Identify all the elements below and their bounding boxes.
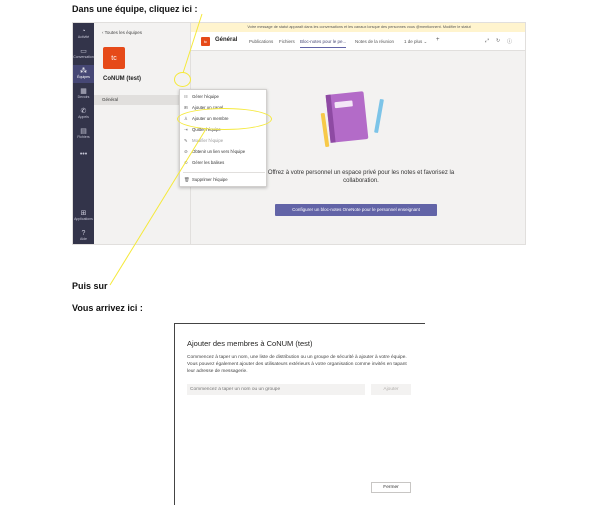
- team-name: CoNUM (test): [103, 76, 141, 82]
- files-icon: ▤: [80, 128, 87, 135]
- caption-step-3: Vous arrivez ici :: [72, 303, 143, 313]
- rail-item-help[interactable]: ? Aide: [73, 227, 94, 244]
- rail-item-files[interactable]: ▤ Fichiers: [73, 125, 94, 143]
- add-button[interactable]: Ajouter: [371, 384, 411, 395]
- refresh-icon[interactable]: ↻: [496, 38, 500, 44]
- empty-state-text: Offrez à votre personnel un espace privé…: [267, 170, 455, 184]
- tag-icon: ⊙: [184, 160, 188, 165]
- menu-item-manage-team[interactable]: ☷ Gérer l'équipe: [180, 94, 268, 103]
- rail-item-apps[interactable]: ⊞ Applications: [73, 207, 94, 225]
- dialog-title: Ajouter des membres à CoNUM (test): [187, 339, 313, 348]
- close-button[interactable]: Fermer: [371, 482, 411, 493]
- channel-team-icon: tc: [201, 37, 210, 46]
- chat-icon: ▭: [80, 48, 87, 55]
- team-panel: ‹ Toutes les équipes tc CoNUM (test) ···…: [94, 23, 208, 244]
- notebook-illustration: [325, 91, 369, 143]
- tab-publications[interactable]: Publications: [249, 39, 273, 44]
- ruler-illustration: [374, 98, 384, 134]
- caption-step-2: Puis sur: [72, 281, 108, 291]
- menu-item-edit-team[interactable]: ✎ Modifier l'équipe: [180, 138, 268, 147]
- teams-icon: ⁂: [80, 68, 87, 75]
- expand-icon[interactable]: ⤢: [485, 38, 489, 44]
- highlight-more-button: [174, 72, 191, 87]
- tab-more[interactable]: 1 de plus ⌄: [404, 39, 427, 45]
- rail-item-assignments[interactable]: ▦ Devoirs: [73, 85, 94, 103]
- add-tab-button[interactable]: +: [436, 37, 440, 43]
- tab-files[interactable]: Fichiers: [279, 39, 295, 44]
- menu-item-get-link[interactable]: ⊘ Obtenir un lien vers l'équipe: [180, 149, 268, 158]
- help-icon: ?: [81, 230, 86, 237]
- rail-item-activity[interactable]: ◔ Activité: [73, 25, 94, 43]
- configure-notebook-button[interactable]: Configurer un bloc-notes OneNote pour le…: [275, 204, 437, 216]
- phone-icon: ✆: [80, 108, 87, 115]
- team-avatar: tc: [103, 47, 125, 69]
- back-to-all-teams-link[interactable]: ‹ Toutes les équipes: [102, 30, 142, 35]
- add-members-dialog: Ajouter des membres à CoNUM (test) Comme…: [174, 323, 425, 505]
- edit-icon: ✎: [184, 138, 188, 143]
- channel-header: tc Général Publications Fichiers Bloc-no…: [191, 32, 525, 51]
- menu-divider: [183, 172, 265, 173]
- menu-item-delete-team[interactable]: 🗑 Supprimer l'équipe: [180, 177, 268, 186]
- app-rail: ◔ Activité ▭ Conversation ⁂ Équipes ▦ Devoir…: [73, 23, 94, 244]
- caption-step-1: Dans une équipe, cliquez ici :: [72, 4, 198, 14]
- teams-screenshot: ◔ Activité ▭ Conversation ⁂ Équipes ▦ Devoir…: [72, 22, 526, 245]
- highlight-add-member: [177, 108, 272, 130]
- menu-item-manage-tags[interactable]: ⊙ Gérer les balises: [180, 160, 268, 169]
- more-icon: •••: [79, 150, 88, 158]
- leave-icon: ⇥: [184, 127, 188, 132]
- rail-item-teams[interactable]: ⁂ Équipes: [73, 65, 94, 83]
- channel-title: Général: [215, 37, 238, 43]
- status-notice-banner: Votre message de statut apparaît dans le…: [191, 23, 525, 32]
- rail-item-chat[interactable]: ▭ Conversation: [73, 45, 94, 63]
- rail-item-calls[interactable]: ✆ Appels: [73, 105, 94, 123]
- member-search-input[interactable]: [187, 384, 365, 395]
- apps-icon: ⊞: [80, 210, 87, 217]
- tab-staff-notebook[interactable]: Bloc-notes pour le pe...: [300, 39, 347, 48]
- rail-item-more[interactable]: •••: [73, 145, 94, 163]
- trash-icon: 🗑: [184, 177, 190, 182]
- team-context-menu: ☷ Gérer l'équipe ⊞ Ajouter un canal ♙ Ajout…: [179, 89, 267, 187]
- dialog-description: Commencez à taper un nom, une liste de d…: [187, 355, 407, 374]
- link-icon: ⊘: [184, 149, 188, 154]
- tab-meeting-notes[interactable]: Notes de la réunion: [355, 39, 394, 44]
- channel-item-general[interactable]: Général: [94, 95, 190, 105]
- bell-icon: ◔: [81, 28, 86, 35]
- calendar-icon: ▦: [80, 88, 87, 95]
- info-icon[interactable]: ⓘ: [507, 38, 512, 45]
- manage-icon: ☷: [184, 94, 188, 99]
